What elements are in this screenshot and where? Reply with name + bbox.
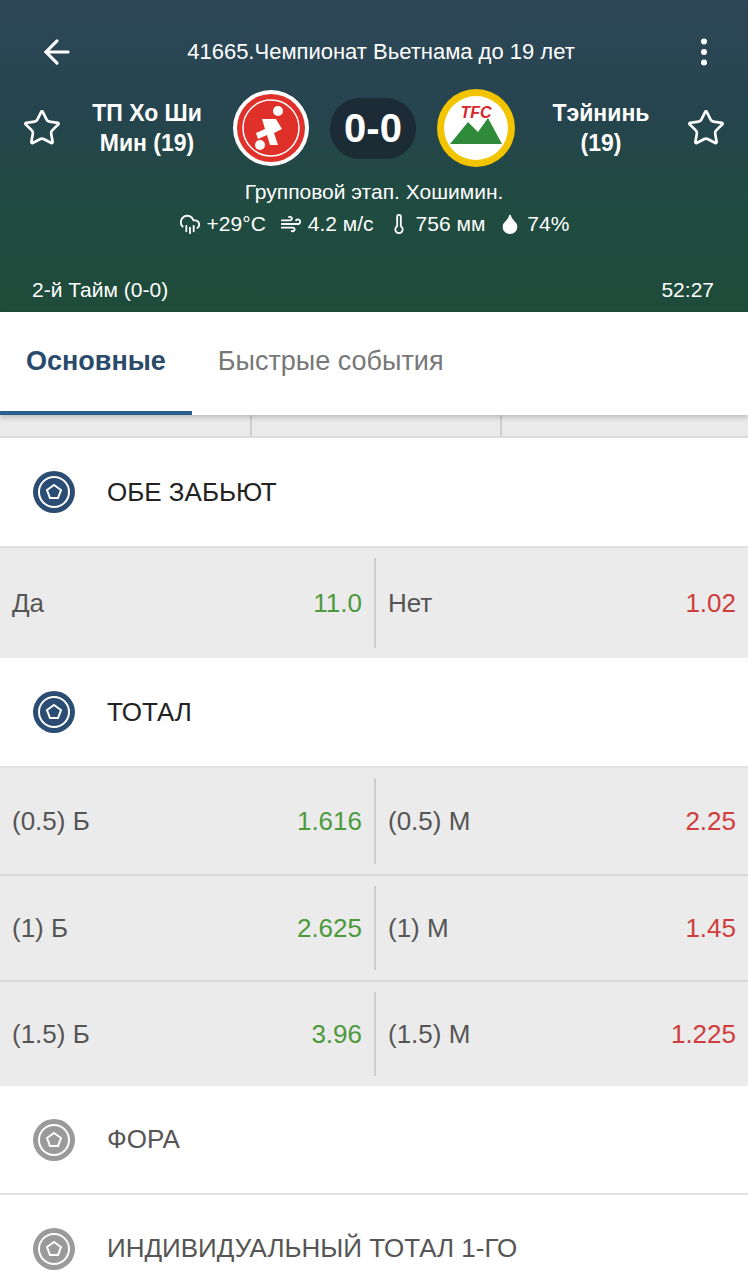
odds-button[interactable]: (0.5) Б 1.616 [0,778,374,864]
thermometer-icon [388,213,410,235]
match-clock: 52:27 [661,278,714,302]
odds-value: 1.225 [671,1019,736,1050]
odds-value: 2.625 [297,913,362,944]
odds-value: 3.96 [311,1019,362,1050]
odds-value: 2.25 [685,806,736,837]
league-title: 41665.Чемпионат Вьетнама до 19 лет [76,39,686,65]
soccer-ball-icon [33,691,75,733]
market-title: ОБЕ ЗАБЬЮТ [107,477,277,508]
svg-text:TFC: TFC [460,104,492,121]
outcome-label: (1) Б [12,913,68,944]
market-header[interactable]: ТОТАЛ [0,658,748,768]
team-name: ТП Хо Ши Мин (19) [82,98,212,158]
outcome-label: Нет [388,588,432,619]
market-title: ФОРА [107,1124,180,1155]
odds-value: 1.45 [685,913,736,944]
odds-value: 1.02 [685,588,736,619]
soccer-ball-icon [33,471,75,513]
odds-button[interactable]: (1.5) Б 3.96 [0,992,374,1076]
odds-value: 11.0 [313,588,362,619]
favorite-button[interactable] [686,108,726,148]
match-page: 41665.Чемпионат Вьетнама до 19 лет ТП Хо … [0,0,748,1280]
team-logo-icon: TFC [436,88,516,168]
tab-bar: ОсновныеБыстрые события [0,312,748,415]
odds-row: (1) Б 2.625 (1) М 1.45 [0,874,748,980]
team-name: Тэйнинь (19) [536,98,666,158]
market-title: ТОТАЛ [107,697,192,728]
odds-row: Да 11.0 Нет 1.02 [0,548,748,658]
market-title: ИНДИВИДУАЛЬНЫЙ ТОТАЛ 1-ГО [107,1233,517,1264]
odds-button[interactable]: Нет 1.02 [374,558,748,648]
outcome-label: (0.5) Б [12,806,90,837]
weather-item: +29°C [179,212,266,236]
odds-button[interactable]: (1) М 1.45 [374,886,748,970]
tab[interactable]: Быстрые события [192,312,470,415]
odds-button[interactable]: Да 11.0 [0,558,374,648]
outcome-label: (1.5) Б [12,1019,90,1050]
weather-item: 4.2 м/с [280,212,374,236]
odds-row: (0.5) Б 1.616 (0.5) М 2.25 [0,768,748,874]
status-row: 2-й Тайм (0-0) 52:27 [0,278,748,302]
odds-button[interactable]: (1.5) М 1.225 [374,992,748,1076]
market-header[interactable]: ФОРА [0,1086,748,1195]
score: 0-0 [330,98,416,159]
kebab-menu-icon [686,34,722,70]
menu-button[interactable] [686,34,722,70]
odds-button[interactable]: (1) Б 2.625 [0,886,374,970]
star-icon [686,108,726,148]
top-bar: 41665.Чемпионат Вьетнама до 19 лет [0,24,748,80]
outcome-label: (1.5) М [388,1019,470,1050]
odds-row: (1.5) Б 3.96 (1.5) М 1.225 [0,980,748,1086]
tab[interactable]: Основные [0,312,192,415]
star-icon [22,108,62,148]
market-header[interactable]: ИНДИВИДУАЛЬНЫЙ ТОТАЛ 1-ГО [0,1195,748,1280]
back-button[interactable] [38,33,76,71]
odds-value: 1.616 [297,806,362,837]
period-label: 2-й Тайм (0-0) [32,278,168,302]
odds-button[interactable]: (0.5) М 2.25 [374,778,748,864]
rain-cloud-icon [179,213,201,235]
outcome-label: (0.5) М [388,806,470,837]
droplet-icon [499,213,521,235]
stage-label: Групповой этап. Хошимин. [0,180,748,204]
partial-odds-row [0,415,748,438]
soccer-ball-icon [33,1119,75,1161]
weather-item: 756 мм [388,212,486,236]
outcome-label: Да [12,588,44,619]
team-logo-icon [232,89,310,167]
weather-row: +29°C 4.2 м/с 756 мм 74% [0,212,748,236]
match-header: 41665.Чемпионат Вьетнама до 19 лет ТП Хо … [0,0,748,312]
teams-row: ТП Хо Ши Мин (19) 0-0 TFC Тэйнинь (19) [0,80,748,168]
wind-icon [280,213,302,235]
favorite-button[interactable] [22,108,62,148]
weather-item: 74% [499,212,569,236]
back-arrow-icon [38,33,76,71]
soccer-ball-icon [33,1228,75,1270]
outcome-label: (1) М [388,913,449,944]
market-header[interactable]: ОБЕ ЗАБЬЮТ [0,438,748,548]
